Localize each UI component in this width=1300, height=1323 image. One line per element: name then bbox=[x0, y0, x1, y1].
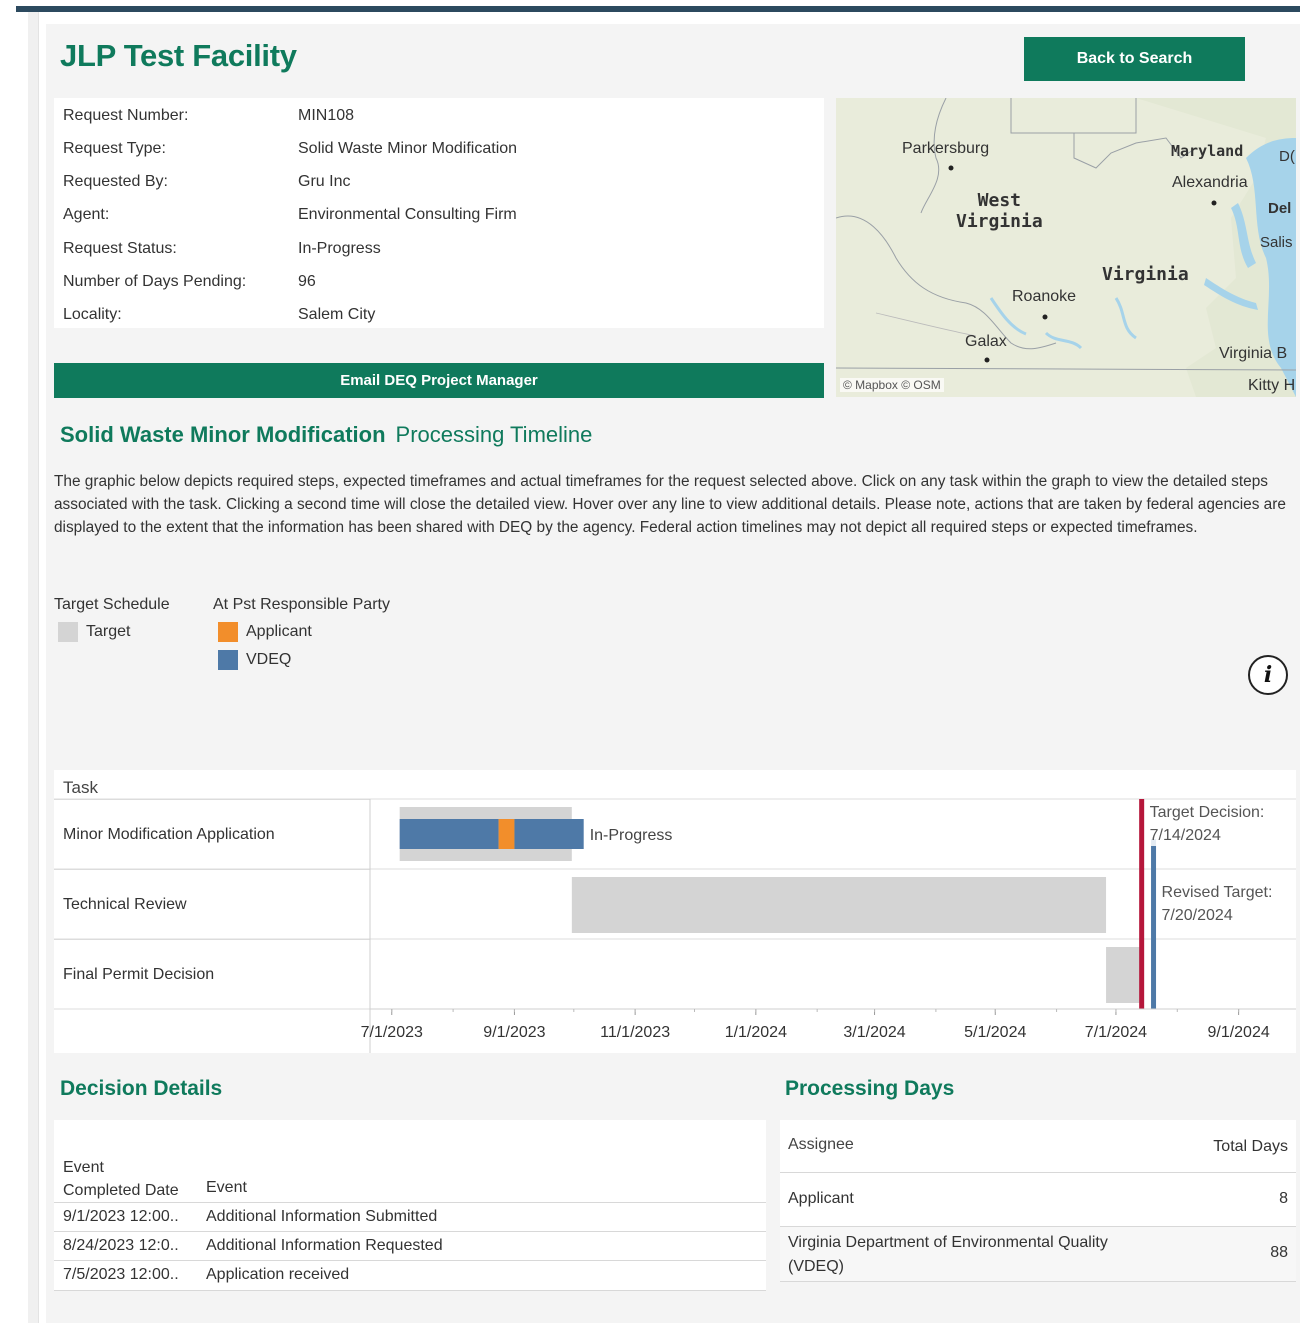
assignee-days: 8 bbox=[1279, 1190, 1288, 1207]
legend-target-schedule-title: Target Schedule bbox=[54, 596, 170, 613]
legend-item-target[interactable]: Target bbox=[58, 622, 130, 642]
gantt-plot: In-Progress Target Decision: 7/14/2024 Revi… bbox=[54, 798, 1296, 1053]
map-label-dc: D( bbox=[1279, 148, 1295, 165]
back-to-search-button[interactable]: Back to Search bbox=[1024, 37, 1245, 81]
event-date: 8/24/2023 12:0.. bbox=[63, 1237, 179, 1254]
days-pending-label: Number of Days Pending: bbox=[63, 273, 247, 290]
request-number-value: MIN108 bbox=[298, 107, 355, 124]
target-decision-date: 7/14/2024 bbox=[1150, 827, 1221, 844]
request-status-label: Request Status: bbox=[63, 240, 177, 257]
target-bar bbox=[1106, 947, 1142, 1003]
timeline-chart: Task Minor Modification Application Tech… bbox=[54, 770, 1296, 1053]
map-label-roanoke: Roanoke bbox=[1012, 288, 1077, 305]
x-tick-label: 5/1/2024 bbox=[964, 1024, 1026, 1041]
timeline-title-light: Processing Timeline bbox=[395, 422, 593, 447]
table-row[interactable]: Applicant 8 bbox=[780, 1172, 1296, 1227]
revised-target-label: Revised Target: bbox=[1162, 884, 1273, 901]
request-type-label: Request Type: bbox=[63, 140, 166, 157]
x-tick-label: 11/1/2023 bbox=[600, 1024, 670, 1041]
event-name: Additional Information Requested bbox=[206, 1237, 443, 1254]
target-bar bbox=[571, 877, 1107, 933]
legend-item-vdeq[interactable]: VDEQ bbox=[218, 650, 291, 670]
header-total-days[interactable]: Total Days bbox=[1213, 1138, 1288, 1156]
top-accent-bar bbox=[16, 6, 1300, 12]
map-label-alexandria: Alexandria bbox=[1172, 174, 1248, 191]
status-label: In-Progress bbox=[590, 827, 673, 844]
x-tick-label: 1/1/2024 bbox=[725, 1024, 787, 1041]
event-date: 7/5/2023 12:00.. bbox=[63, 1266, 179, 1283]
map-attribution[interactable]: © Mapbox © OSM bbox=[840, 378, 944, 392]
actual-bar-vdeq bbox=[399, 819, 499, 849]
decision-details-table: Event Completed Date Event 9/1/2023 12:0… bbox=[54, 1120, 766, 1291]
processing-days-table: Assignee Total Days Applicant 8 Virginia… bbox=[780, 1120, 1296, 1282]
requested-by-value: Gru Inc bbox=[298, 173, 351, 190]
map-label-parkersburg: Parkersburg bbox=[902, 140, 990, 157]
map-label-kitty: Kitty H bbox=[1248, 377, 1296, 394]
legend-responsible-party-title: At Pst Responsible Party bbox=[213, 596, 390, 613]
target-swatch bbox=[58, 622, 78, 642]
map-label-del: Del bbox=[1268, 200, 1292, 217]
x-tick-label: 9/1/2024 bbox=[1207, 1024, 1269, 1041]
header-assignee[interactable]: Assignee bbox=[788, 1136, 854, 1154]
map-label-west-virginia: West Virginia bbox=[956, 190, 1043, 232]
left-gutter bbox=[28, 12, 39, 1323]
agent-label: Agent: bbox=[63, 206, 110, 223]
locality-value: Salem City bbox=[298, 306, 376, 323]
map-label-salis: Salis bbox=[1260, 234, 1293, 251]
table-row[interactable]: Virginia Department of Environmental Qua… bbox=[780, 1226, 1296, 1282]
actual-bar-vdeq bbox=[514, 819, 584, 849]
agent-value: Environmental Consulting Firm bbox=[298, 206, 517, 223]
request-info-panel: Request Number: MIN108 Request Type: Sol… bbox=[54, 98, 824, 328]
decision-details-title: Decision Details bbox=[60, 1077, 223, 1100]
header-completed-date[interactable]: Event Completed Date bbox=[63, 1156, 179, 1202]
request-number-label: Request Number: bbox=[63, 107, 189, 124]
timeline-title: Solid Waste Minor Modification Processing… bbox=[60, 422, 592, 448]
email-project-manager-button[interactable]: Email DEQ Project Manager bbox=[54, 363, 824, 398]
legend-target-label: Target bbox=[86, 623, 131, 640]
revised-target-date: 7/20/2024 bbox=[1162, 907, 1233, 924]
event-name: Application received bbox=[206, 1266, 350, 1283]
applicant-swatch bbox=[218, 622, 238, 642]
assignee-name: Virginia Department of Environmental Qua… bbox=[788, 1234, 1108, 1275]
request-status-value: In-Progress bbox=[298, 240, 381, 257]
requested-by-label: Requested By: bbox=[63, 173, 168, 190]
map-label-virginia-beach: Virginia B bbox=[1219, 345, 1288, 362]
event-date: 9/1/2023 12:00.. bbox=[63, 1208, 179, 1225]
days-pending-value: 96 bbox=[298, 273, 316, 290]
legend-item-applicant[interactable]: Applicant bbox=[218, 622, 312, 642]
legend-vdeq-label: VDEQ bbox=[246, 651, 292, 668]
table-row[interactable]: 9/1/2023 12:00.. Additional Information … bbox=[54, 1202, 766, 1232]
timeline-description: The graphic below depicts required steps… bbox=[54, 473, 1286, 536]
x-tick-label: 9/1/2023 bbox=[483, 1024, 545, 1041]
x-tick-label: 7/1/2024 bbox=[1085, 1024, 1147, 1041]
map-label-maryland: Maryland bbox=[1171, 142, 1244, 160]
assignee-name: Applicant bbox=[788, 1190, 854, 1207]
info-icon[interactable]: i bbox=[1248, 655, 1288, 695]
page-title: JLP Test Facility bbox=[60, 38, 297, 73]
x-tick-label: 7/1/2023 bbox=[361, 1024, 423, 1041]
timeline-title-bold: Solid Waste Minor Modification bbox=[60, 422, 386, 447]
table-row[interactable]: 7/5/2023 12:00.. Application received bbox=[54, 1260, 766, 1291]
actual-bar-applicant bbox=[498, 819, 515, 849]
location-map[interactable]: Parkersburg West Virginia Maryland Alexa… bbox=[836, 98, 1296, 397]
target-decision-label: Target Decision: bbox=[1150, 804, 1265, 821]
legend-applicant-label: Applicant bbox=[246, 623, 312, 640]
map-label-galax: Galax bbox=[965, 333, 1007, 350]
table-row[interactable]: 8/24/2023 12:0.. Additional Information … bbox=[54, 1231, 766, 1261]
event-name: Additional Information Submitted bbox=[206, 1208, 438, 1225]
map-label-virginia: Virginia bbox=[1102, 264, 1189, 285]
assignee-days: 88 bbox=[1270, 1244, 1288, 1261]
processing-days-title: Processing Days bbox=[785, 1077, 955, 1100]
vdeq-swatch bbox=[218, 650, 238, 670]
header-event[interactable]: Event bbox=[206, 1179, 247, 1197]
x-tick-label: 3/1/2024 bbox=[843, 1024, 905, 1041]
request-type-value: Solid Waste Minor Modification bbox=[298, 140, 518, 157]
locality-label: Locality: bbox=[63, 306, 122, 323]
